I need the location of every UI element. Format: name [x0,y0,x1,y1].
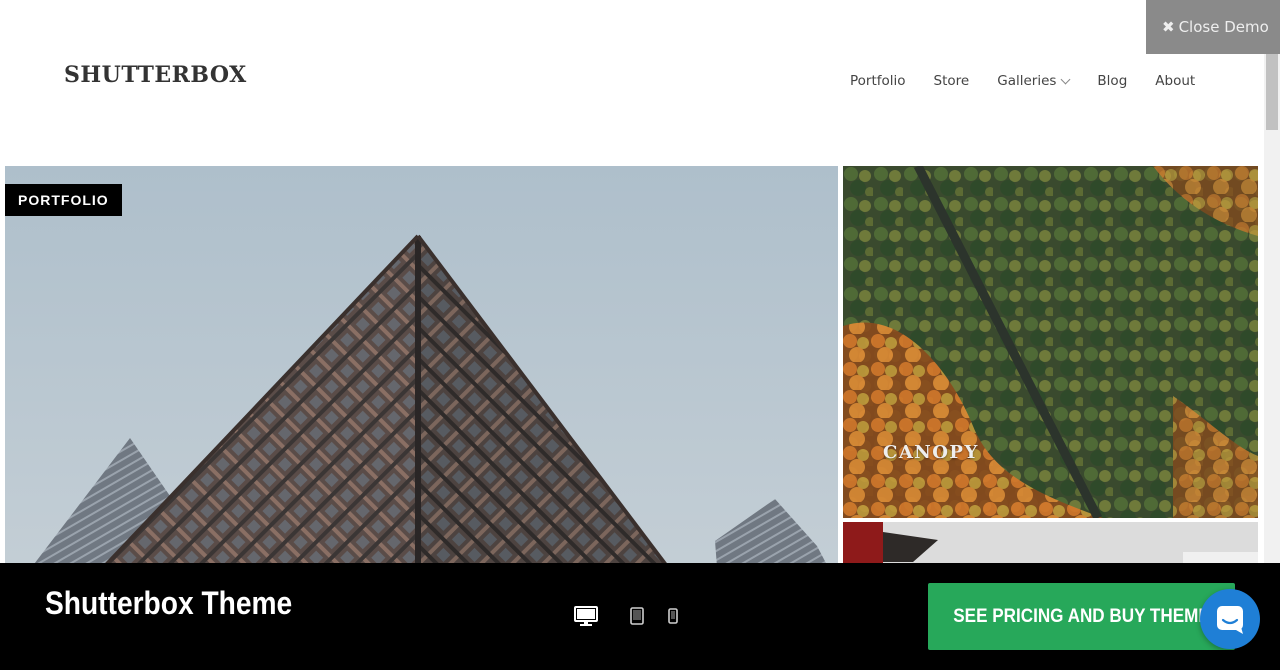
canopy-photo [843,166,1258,518]
desktop-icon[interactable] [574,606,598,633]
theme-title: Shutterbox Theme [45,585,293,621]
desktop-icon-glyph [574,606,598,626]
portfolio-badge[interactable]: PORTFOLIO [5,184,122,216]
nav-store-label: Store [933,73,970,89]
tablet-icon-glyph [630,607,644,625]
close-demo-label: Close Demo [1178,18,1269,36]
demo-bar: Shutterbox Theme SEE PRICING AND BUY THE… [0,563,1280,670]
nav-portfolio-label: Portfolio [850,73,906,89]
nav-blog[interactable]: Blog [1097,73,1127,89]
chevron-down-icon [1060,74,1071,84]
buy-theme-button[interactable]: SEE PRICING AND BUY THEME [928,583,1235,650]
site-header: SHUTTERBOX Portfolio Store Galleries Blo… [0,0,1264,166]
chat-icon [1217,606,1243,634]
nav-about[interactable]: About [1155,73,1195,89]
chat-launcher-button[interactable] [1200,589,1260,649]
close-demo-button[interactable]: ✖ Close Demo [1146,0,1280,54]
nav-blog-label: Blog [1097,73,1128,89]
site-logo[interactable]: SHUTTERBOX [64,62,247,88]
close-icon: ✖ [1162,18,1175,36]
main-nav: Portfolio Store Galleries Blog About [850,73,1195,89]
mobile-icon-glyph [668,608,678,624]
nav-galleries[interactable]: Galleries [997,73,1071,89]
nav-about-label: About [1155,73,1196,89]
nav-store[interactable]: Store [934,73,970,89]
tablet-icon[interactable] [630,607,644,630]
mobile-icon[interactable] [668,608,678,629]
nav-portfolio[interactable]: Portfolio [850,73,906,89]
gallery-tile-canopy[interactable]: CANOPY [843,166,1258,518]
canopy-label: CANOPY [883,442,979,463]
buy-theme-label: SEE PRICING AND BUY THEME [953,605,1210,627]
nav-galleries-label: Galleries [997,73,1057,89]
